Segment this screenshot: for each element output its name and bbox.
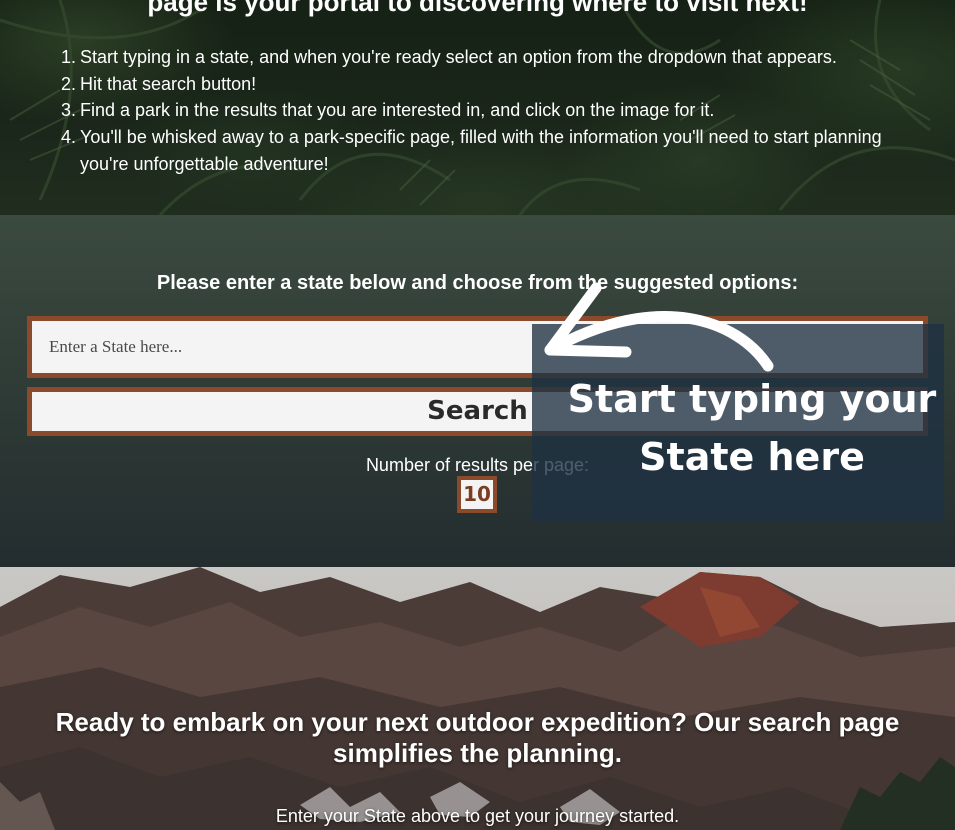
tooltip-line: State here — [639, 435, 865, 479]
intro-heading: page is your portal to discovering where… — [147, 0, 808, 17]
instruction-step: 4. You'll be whisked away to a park-speci… — [61, 124, 900, 177]
cta-heading: Ready to embark on your next outdoor exp… — [55, 707, 900, 768]
step-number: 1. — [61, 47, 77, 67]
step-text: Start typing in a state, and when you're… — [80, 47, 837, 67]
results-per-page-select[interactable]: 10 — [457, 476, 497, 513]
search-prompt: Please enter a state below and choose fr… — [156, 272, 799, 294]
instruction-step: 3. Find a park in the results that you ar… — [61, 97, 900, 124]
instruction-step: 2. Hit that search button! — [61, 71, 900, 98]
curved-arrow-icon — [544, 282, 774, 372]
search-section: Please enter a state below and choose fr… — [0, 215, 955, 567]
step-text: You'll be whisked away to a park-specifi… — [80, 127, 882, 174]
background-shade — [0, 567, 955, 830]
step-text: Hit that search button! — [80, 73, 257, 94]
instructions-list: 1. Start typing in a state, and when you'… — [61, 44, 900, 178]
step-number: 4. — [61, 127, 77, 148]
step-text: Find a park in the results that you are … — [80, 100, 715, 121]
cta-subtitle: Enter your State above to get your journ… — [275, 806, 680, 826]
intro-section: page is your portal to discovering where… — [0, 0, 955, 215]
step-number: 3. — [61, 100, 77, 121]
instruction-step: 1. Start typing in a state, and when you'… — [61, 44, 900, 71]
step-number: 2. — [61, 73, 77, 94]
cta-section: Ready to embark on your next outdoor exp… — [0, 567, 955, 830]
